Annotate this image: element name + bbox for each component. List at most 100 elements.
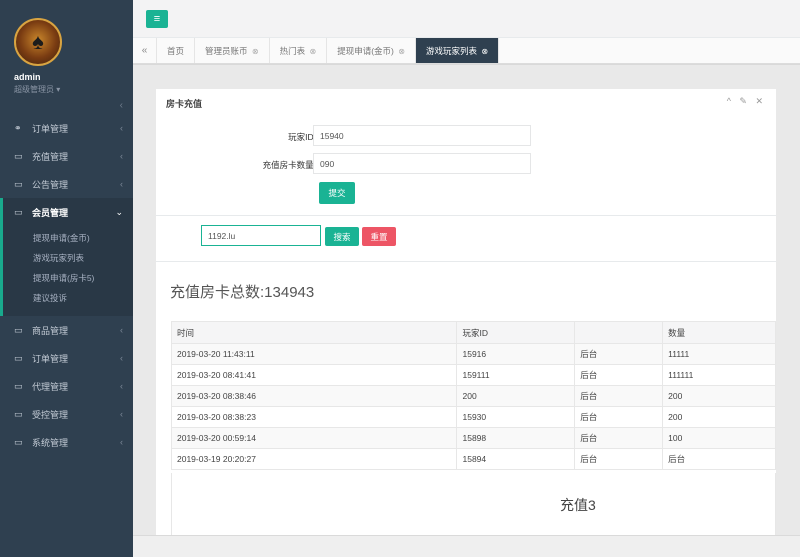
sidebar-item-orders[interactable]: ⚭ 订单管理 ‹	[0, 114, 133, 142]
members-submenu: 提现申请(金币) 游戏玩家列表 提现申请(房卡5) 建议投诉	[0, 226, 133, 316]
close-icon[interactable]: ⊗	[481, 47, 488, 56]
profile-block: ♠ admin 超级管理员 ▾	[0, 0, 133, 100]
tab-hot-list[interactable]: 热门表 ⊗	[270, 38, 328, 63]
table-header-row: 时间 玩家ID 数量	[170, 321, 776, 344]
users-icon: ⚭	[14, 122, 22, 133]
sidebar-item-system[interactable]: ▭ 系统管理 ‹	[0, 428, 133, 456]
divider	[156, 215, 776, 216]
tab-player-list[interactable]: 游戏玩家列表 ⊗	[415, 38, 500, 63]
chevron-left-icon: ‹	[120, 437, 123, 447]
cell-source: 后台	[574, 364, 664, 386]
sidebar-item-label: 会员管理	[32, 207, 69, 218]
sidebar-item-agents[interactable]: ▭ 代理管理 ‹	[0, 372, 133, 400]
panel-tools-icons[interactable]: ^ ✎ ✕	[727, 96, 766, 107]
close-icon[interactable]: ⊗	[252, 47, 259, 56]
sub-item-complaints[interactable]: 建议投诉	[3, 288, 133, 308]
cell-source: 后台	[574, 385, 664, 407]
sub-item-withdraw-gold[interactable]: 提现申请(金币)	[3, 228, 133, 248]
cell-amount: 111111	[662, 364, 776, 386]
chevron-left-icon: ‹	[120, 409, 123, 419]
desktop-icon: ▭	[14, 324, 23, 335]
tab-bar: « 首页 管理员账币 ⊗ 热门表 ⊗ 提现申请(金币) ⊗ 游戏玩家列表 ⊗	[133, 38, 800, 64]
player-id-input[interactable]	[313, 125, 531, 146]
chevron-left-icon: ‹	[120, 353, 123, 363]
admin-name: admin	[14, 72, 41, 82]
desktop-icon: ▭	[14, 206, 23, 217]
tab-label: 首页	[167, 46, 185, 56]
search-button[interactable]: 搜索	[325, 227, 359, 246]
cell-source: 后台	[574, 448, 664, 470]
sidebar-item-control[interactable]: ▭ 受控管理 ‹	[0, 400, 133, 428]
close-icon[interactable]: ⊗	[310, 47, 317, 56]
sidebar-item-label: 订单管理	[32, 353, 69, 364]
table-row: 2019-03-20 08:38:23 15930 后台 200	[170, 406, 776, 428]
chevron-left-icon: ‹	[120, 123, 123, 133]
tab-home[interactable]: 首页	[157, 38, 196, 63]
admin-role-dropdown[interactable]: 超级管理员 ▾	[14, 84, 133, 95]
sidebar-item-recharge[interactable]: ▭ 充值管理 ‹	[0, 142, 133, 170]
desktop-icon: ▭	[14, 150, 23, 161]
sidebar-item-announcements[interactable]: ▭ 公告管理 ‹	[0, 170, 133, 198]
chevron-left-icon: ‹	[120, 381, 123, 391]
room-card-recharge-panel: 房卡充值 ^ ✎ ✕ 玩家ID: 充值房卡数量: 提交 搜索 重置 充值房卡总数…	[156, 89, 776, 549]
bottom-strip	[133, 535, 800, 557]
table-row: 2019-03-20 08:38:46 200 后台 200	[170, 385, 776, 407]
sidebar-item-label: 充值管理	[32, 151, 69, 162]
column-header-time: 时间	[170, 321, 458, 344]
recharge-table: 时间 玩家ID 数量 2019-03-20 11:43:11 15916 后台 …	[170, 321, 776, 470]
cell-time: 2019-03-20 08:38:23	[170, 406, 458, 428]
tab-label: 提现申请(金币)	[337, 46, 394, 56]
column-header-source	[574, 321, 664, 344]
cell-player-id: 15898	[456, 427, 576, 449]
reset-button[interactable]: 重置	[362, 227, 396, 246]
desktop-icon: ▭	[14, 408, 23, 419]
cell-time: 2019-03-20 11:43:11	[170, 343, 458, 365]
spade-icon: ♠	[32, 29, 44, 54]
sidebar-item-label: 公告管理	[32, 179, 69, 190]
cell-amount: 100	[662, 427, 776, 449]
card-count-input[interactable]	[313, 153, 531, 174]
chevron-left-icon: ‹	[120, 325, 123, 335]
desktop-icon: ▭	[14, 380, 23, 391]
sub-item-player-list[interactable]: 游戏玩家列表	[3, 248, 133, 268]
sidebar-item-orders-2[interactable]: ▭ 订单管理 ‹	[0, 344, 133, 372]
sidebar-item-label: 系统管理	[32, 437, 69, 448]
tab-label: 热门表	[279, 46, 306, 56]
close-icon[interactable]: ⊗	[398, 47, 405, 56]
topbar: ≡	[133, 0, 800, 38]
footer-total-text: 充值3	[560, 497, 596, 513]
sidebar-item-label: 订单管理	[32, 123, 69, 134]
sidebar-item-products[interactable]: ▭ 商品管理 ‹	[0, 316, 133, 344]
table-row: 2019-03-20 00:59:14 15898 后台 100	[170, 427, 776, 449]
table-row: 2019-03-19 20:20:27 15894 后台 后台	[170, 448, 776, 470]
cell-time: 2019-03-20 08:41:41	[170, 364, 458, 386]
cell-player-id: 15916	[456, 343, 576, 365]
search-input[interactable]	[201, 225, 321, 246]
content-area: 房卡充值 ^ ✎ ✕ 玩家ID: 充值房卡数量: 提交 搜索 重置 充值房卡总数…	[133, 65, 800, 557]
cell-player-id: 15930	[456, 406, 576, 428]
tab-back-icon[interactable]: «	[133, 38, 157, 63]
cell-player-id: 15894	[456, 448, 576, 470]
submit-button[interactable]: 提交	[319, 182, 355, 204]
divider	[156, 261, 776, 262]
tab-admin-coins[interactable]: 管理员账币 ⊗	[195, 38, 270, 63]
tab-withdraw-gold[interactable]: 提现申请(金币) ⊗	[327, 38, 416, 63]
menu-toggle-icon[interactable]: ≡	[146, 10, 168, 28]
cell-player-id: 159111	[456, 364, 576, 386]
cell-amount: 后台	[662, 448, 776, 470]
collapse-icon[interactable]: ‹	[0, 100, 133, 114]
total-cards-heading: 充值房卡总数:134943	[170, 284, 315, 301]
column-header-amount: 数量	[662, 321, 776, 344]
sidebar-item-members[interactable]: ▭ 会员管理 ⌄	[0, 198, 133, 226]
cell-source: 后台	[574, 406, 664, 428]
table-row: 2019-03-20 08:41:41 159111 后台 111111	[170, 364, 776, 386]
cell-amount: 11111	[662, 343, 776, 365]
table-row: 2019-03-20 11:43:11 15916 后台 11111	[170, 343, 776, 365]
chevron-down-icon: ⌄	[115, 206, 123, 217]
avatar[interactable]: ♠	[14, 18, 62, 66]
sidebar: ♠ admin 超级管理员 ▾ ‹ ⚭ 订单管理 ‹ ▭ 充值管理 ‹ ▭ 公告…	[0, 0, 133, 557]
cell-player-id: 200	[456, 385, 576, 407]
tab-label: 游戏玩家列表	[425, 46, 477, 56]
sub-item-withdraw-card[interactable]: 提现申请(房卡5)	[3, 268, 133, 288]
sidebar-item-label: 受控管理	[32, 409, 69, 420]
